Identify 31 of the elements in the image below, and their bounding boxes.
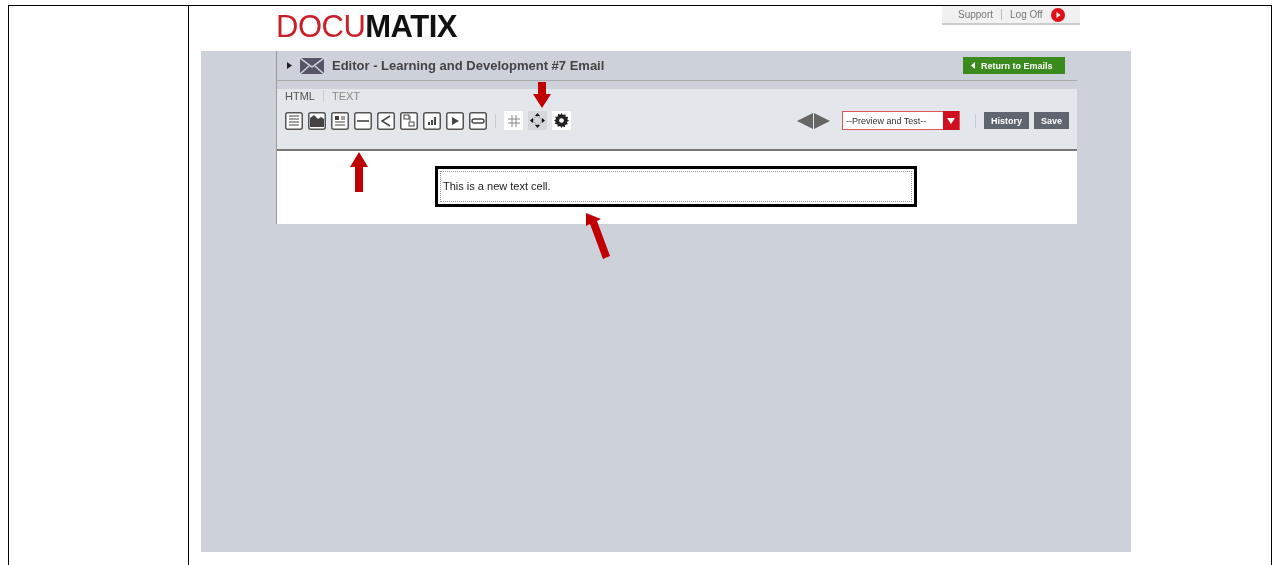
- editor-title: Editor - Learning and Development #7 Email: [332, 58, 606, 73]
- down-arrow-icon: [533, 82, 551, 108]
- expand-triangle-icon[interactable]: [287, 62, 292, 69]
- layout-icon[interactable]: [400, 111, 418, 130]
- preview-select[interactable]: --Preview and Test--: [841, 111, 960, 130]
- next-arrow-icon[interactable]: [813, 112, 830, 129]
- dropdown-caret-icon: [946, 117, 955, 124]
- settings-icon[interactable]: [552, 111, 571, 130]
- image-icon[interactable]: [308, 111, 326, 130]
- save-button[interactable]: Save: [1033, 112, 1069, 129]
- up-arrow-icon: [350, 152, 368, 192]
- play-icon[interactable]: [446, 111, 464, 130]
- mode-tab[interactable]: HTML: [285, 89, 315, 102]
- text-cell[interactable]: This is a new text cell.: [435, 166, 917, 207]
- support-link[interactable]: Support: [958, 9, 994, 20]
- chart-icon[interactable]: [423, 111, 441, 130]
- log-off-link[interactable]: Log Off: [1010, 9, 1043, 20]
- diagonal-arrow-icon: [584, 213, 612, 260]
- left-caret-icon: [971, 62, 975, 69]
- logo: DOCUMATIX: [276, 10, 457, 44]
- text-image-icon[interactable]: [331, 111, 349, 130]
- move-icon[interactable]: [528, 111, 547, 130]
- return-to-emails-button[interactable]: Return to Emails: [963, 57, 1065, 74]
- share-icon[interactable]: [377, 111, 395, 130]
- paragraph-icon[interactable]: [285, 111, 303, 130]
- envelope-icon: [300, 57, 324, 74]
- cell-text: This is a new text cell.: [443, 180, 551, 192]
- previous-arrow-icon[interactable]: [796, 112, 813, 129]
- power-icon[interactable]: [1050, 7, 1065, 22]
- button-icon[interactable]: [469, 111, 487, 130]
- history-button[interactable]: History: [983, 112, 1029, 129]
